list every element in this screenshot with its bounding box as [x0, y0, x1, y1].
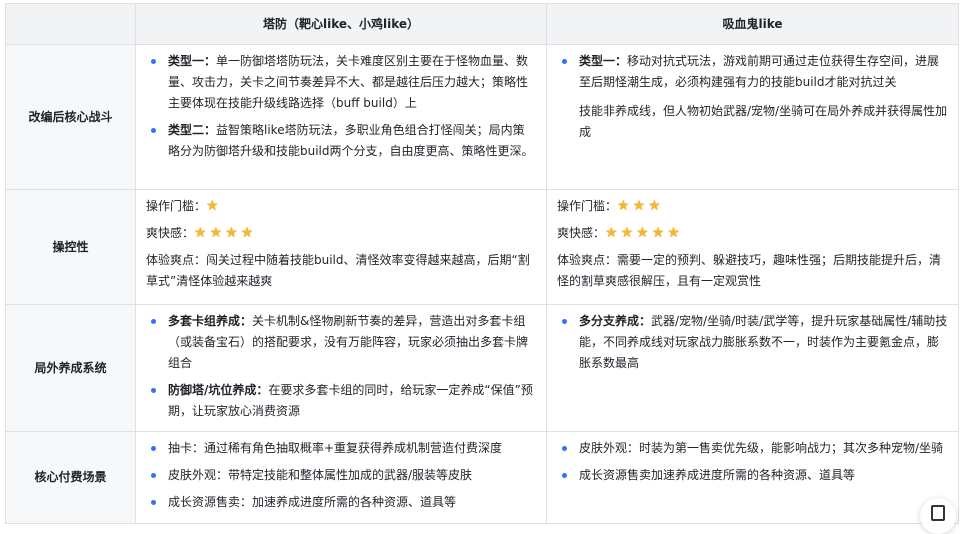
- item-title: 多套卡组养成：: [168, 314, 253, 328]
- experience-text: 体验爽点：闯关过程中随着技能build、清怪效率变得越来越高，后期“割草式”清怪…: [146, 253, 530, 288]
- star-icon: ★: [632, 198, 646, 214]
- star-icon: ★: [667, 225, 680, 241]
- table-row: 操控性 操作门槛：★ 爽快感：★ ★ ★ ★ 体验爽点：闯关过程中随着技能build、…: [5, 189, 959, 305]
- paragraph: 技能非养成线，但人物初始武器/宠物/坐骑可在局外养成并获得属性加成: [579, 104, 948, 139]
- cell: 抽卡：通过稀有角色抽取概率+重复获得养成机制营造付费深度 皮肤外观：带特定技能和…: [135, 431, 547, 524]
- list-item: 类型二：益智策略like塔防玩法，多职业角色组合打怪闯关；局内策略分为防御塔升级…: [151, 120, 536, 162]
- cell: 操作门槛：★ 爽快感：★ ★ ★ ★ 体验爽点：闯关过程中随着技能build、清怪效率…: [135, 189, 547, 305]
- star-icon: ★: [209, 225, 223, 241]
- item-text: 移动对抗式玩法，游戏前期可通过走位获得生存空间，进展至后期怪潮生成，必须构建强有…: [579, 54, 940, 89]
- cell: 多分支养成：武器/宠物/坐骑/时装/武学等，提升玩家基础属性/辅助技能，不同养成…: [546, 304, 959, 432]
- item-title: 类型二：: [168, 123, 217, 137]
- row-label: 操控性: [5, 189, 136, 305]
- star-rating: ★: [206, 198, 222, 214]
- header-corner: [5, 3, 136, 45]
- threshold-label: 操作门槛：: [146, 199, 207, 213]
- list-item: 防御塔/坑位养成：在要求多套卡组的同时，给玩家一定养成“保值”预期，让玩家放心消…: [151, 380, 536, 422]
- row-label: 局外养成系统: [5, 304, 136, 432]
- threshold-label: 操作门槛：: [557, 199, 618, 213]
- table-row: 核心付费场景 抽卡：通过稀有角色抽取概率+重复获得养成机制营造付费深度 皮肤外观…: [5, 431, 959, 524]
- table-row: 改编后核心战斗 类型一：单一防御塔塔防玩法，关卡难度区别主要在于怪物血量、数量、…: [5, 44, 959, 190]
- fun-label: 爽快感：: [146, 226, 195, 240]
- list-item: 成长资源售卖加速养成进度所需的各种资源、道具等: [562, 465, 948, 486]
- cell: 类型一：单一防御塔塔防玩法，关卡难度区别主要在于怪物血量、数量、攻击力，关卡之间…: [135, 44, 547, 190]
- fun-label: 爽快感：: [557, 226, 606, 240]
- star-icon: ★: [648, 198, 661, 214]
- star-icon: ★: [240, 225, 254, 241]
- list-item: 多套卡组养成：关卡机制&怪物刷新节奏的差异，营造出对多套卡组（或装备宝石）的搭配…: [151, 311, 536, 374]
- list-item: 抽卡：通过稀有角色抽取概率+重复获得养成机制营造付费深度: [151, 438, 536, 459]
- star-rating: ★ ★ ★: [617, 198, 664, 214]
- comment-icon: [931, 505, 945, 521]
- star-rating: ★ ★ ★ ★ ★: [605, 225, 683, 241]
- list-item: 成长资源售卖：加速养成进度所需的各种资源、道具等: [151, 492, 536, 513]
- cell: 操作门槛：★ ★ ★ 爽快感：★ ★ ★ ★ ★ 体验爽点：需要一定的预判、躲避技巧，趣味性…: [546, 189, 959, 305]
- item-title: 类型一：: [579, 54, 628, 68]
- item-title: 类型一：: [168, 54, 217, 68]
- star-icon: ★: [620, 225, 634, 241]
- item-title: 防御塔/坑位养成：: [168, 383, 269, 397]
- item-text: 益智策略like塔防玩法，多职业角色组合打怪闯关；局内策略分为防御塔升级和技能b…: [168, 123, 534, 158]
- list-item: 类型一：单一防御塔塔防玩法，关卡难度区别主要在于怪物血量、数量、攻击力，关卡之间…: [151, 51, 536, 114]
- star-rating: ★ ★ ★ ★: [194, 225, 256, 241]
- table-row: 局外养成系统 多套卡组养成：关卡机制&怪物刷新节奏的差异，营造出对多套卡组（或装…: [5, 304, 959, 432]
- star-icon: ★: [206, 198, 219, 214]
- star-icon: ★: [636, 225, 649, 241]
- cell: 多套卡组养成：关卡机制&怪物刷新节奏的差异，营造出对多套卡组（或装备宝石）的搭配…: [135, 304, 547, 432]
- header-tower-defense: 塔防（靶心like、小鸡like）: [135, 3, 547, 45]
- star-icon: ★: [651, 225, 665, 241]
- list-item: 多分支养成：武器/宠物/坐骑/时装/武学等，提升玩家基础属性/辅助技能，不同养成…: [562, 311, 948, 374]
- star-icon: ★: [194, 225, 207, 241]
- header-vampire-like: 吸血鬼like: [546, 3, 959, 45]
- item-title: 多分支养成：: [579, 314, 652, 328]
- item-text: 单一防御塔塔防玩法，关卡难度区别主要在于怪物血量、数量、攻击力，关卡之间节奏差异…: [168, 54, 529, 110]
- fun-line: 爽快感：★ ★ ★ ★: [146, 223, 536, 244]
- threshold-line: 操作门槛：★: [146, 196, 536, 217]
- table-header-row: 塔防（靶心like、小鸡like） 吸血鬼like: [5, 3, 959, 45]
- threshold-line: 操作门槛：★ ★ ★: [557, 196, 948, 217]
- star-icon: ★: [617, 198, 630, 214]
- list-item: 皮肤外观：时装为第一售卖优先级，能影响战力；其次多种宠物/坐骑: [562, 438, 948, 459]
- list-item: 类型一：移动对抗式玩法，游戏前期可通过走位获得生存空间，进展至后期怪潮生成，必须…: [562, 51, 948, 93]
- row-label: 核心付费场景: [5, 431, 136, 524]
- cell: 类型一：移动对抗式玩法，游戏前期可通过走位获得生存空间，进展至后期怪潮生成，必须…: [546, 44, 959, 190]
- star-icon: ★: [225, 225, 238, 241]
- star-icon: ★: [605, 225, 618, 241]
- experience-text: 体验爽点：需要一定的预判、躲避技巧，趣味性强；后期技能提升后，清怪的割草爽感很解…: [557, 253, 942, 288]
- row-label: 改编后核心战斗: [5, 44, 136, 190]
- list-item: 皮肤外观：带特定技能和整体属性加成的武器/服装等皮肤: [151, 465, 536, 486]
- comparison-table: 塔防（靶心like、小鸡like） 吸血鬼like 改编后核心战斗 类型一：单一…: [5, 3, 959, 524]
- cell: 皮肤外观：时装为第一售卖优先级，能影响战力；其次多种宠物/坐骑 成长资源售卖加速…: [546, 431, 959, 524]
- comment-button[interactable]: [920, 498, 956, 534]
- fun-line: 爽快感：★ ★ ★ ★ ★: [557, 223, 948, 244]
